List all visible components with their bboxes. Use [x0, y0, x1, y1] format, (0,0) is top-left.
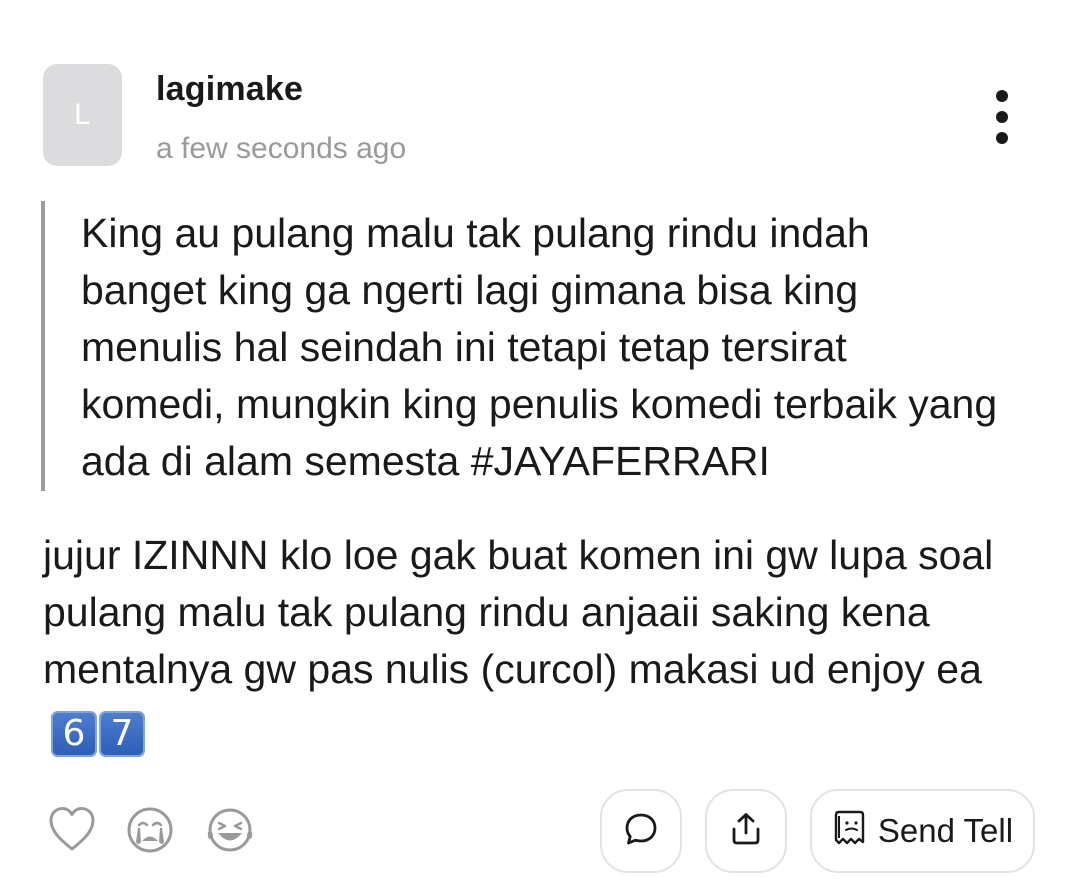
timestamp: a few seconds ago [156, 132, 407, 165]
more-options-button[interactable] [982, 86, 1022, 148]
share-upload-icon [728, 811, 764, 852]
username[interactable]: lagimake [156, 70, 303, 109]
send-tell-label: Send Tell [877, 812, 1014, 849]
laugh-reaction-button[interactable] [205, 806, 255, 859]
quoted-comment: King au pulang malu tak pulang rindu ind… [41, 201, 1001, 491]
share-button[interactable] [705, 789, 787, 873]
scroll-paper-icon [832, 810, 868, 853]
avatar[interactable]: L [43, 64, 122, 166]
reply-text: jujur IZINNN klo loe gak buat komen ini … [43, 532, 994, 692]
like-reaction-button[interactable] [48, 806, 96, 857]
keycap-seven-emoji: 7 [99, 711, 145, 757]
reply-body: jujur IZINNN klo loe gak buat komen ini … [43, 527, 1033, 757]
crying-face-icon [126, 807, 174, 858]
avatar-initial: L [74, 98, 91, 131]
sad-reaction-button[interactable] [126, 806, 174, 859]
quoted-comment-text: King au pulang malu tak pulang rindu ind… [81, 210, 998, 484]
heart-icon [48, 807, 96, 856]
speech-bubble-icon [623, 811, 659, 852]
reply-comment-button[interactable] [600, 789, 682, 873]
keycap-six-emoji: 6 [51, 711, 97, 757]
send-tell-button[interactable]: Send Tell [810, 789, 1035, 873]
laughing-face-icon [205, 808, 255, 858]
